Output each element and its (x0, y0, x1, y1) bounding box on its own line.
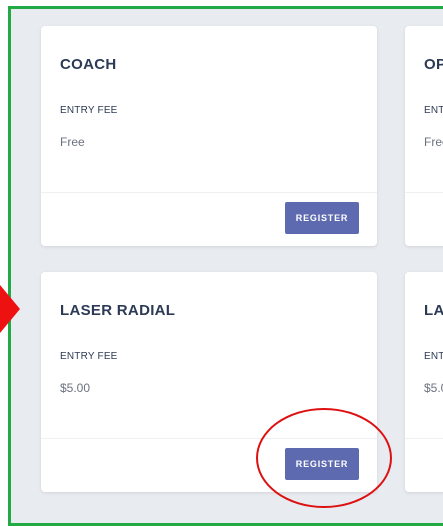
card-divider (41, 192, 377, 193)
entry-fee-label: ENTRY FEE (60, 351, 118, 362)
annotation-arrow-icon (0, 285, 20, 333)
event-card-op: OP ENT Free (405, 26, 443, 246)
card-title: LASER RADIAL (60, 302, 176, 319)
entry-fee-value: $5.00 (60, 381, 91, 395)
register-button[interactable]: REGISTER (285, 202, 359, 234)
entry-fee-value: Free (60, 135, 85, 149)
card-divider (405, 192, 443, 193)
event-card-coach: COACH ENTRY FEE Free REGISTER (41, 26, 377, 246)
card-title: OP (424, 56, 443, 73)
entry-fee-label: ENT (424, 351, 443, 362)
event-card-la: LA ENT $5.0 (405, 272, 443, 492)
card-title: LA (424, 302, 443, 319)
annotation-circle (256, 408, 392, 508)
card-title: COACH (60, 56, 117, 73)
entry-fee-label: ENTRY FEE (60, 105, 118, 116)
card-divider (405, 438, 443, 439)
entry-fee-value: Free (424, 135, 443, 149)
entry-fee-value: $5.0 (424, 381, 443, 395)
entry-fee-label: ENT (424, 105, 443, 116)
